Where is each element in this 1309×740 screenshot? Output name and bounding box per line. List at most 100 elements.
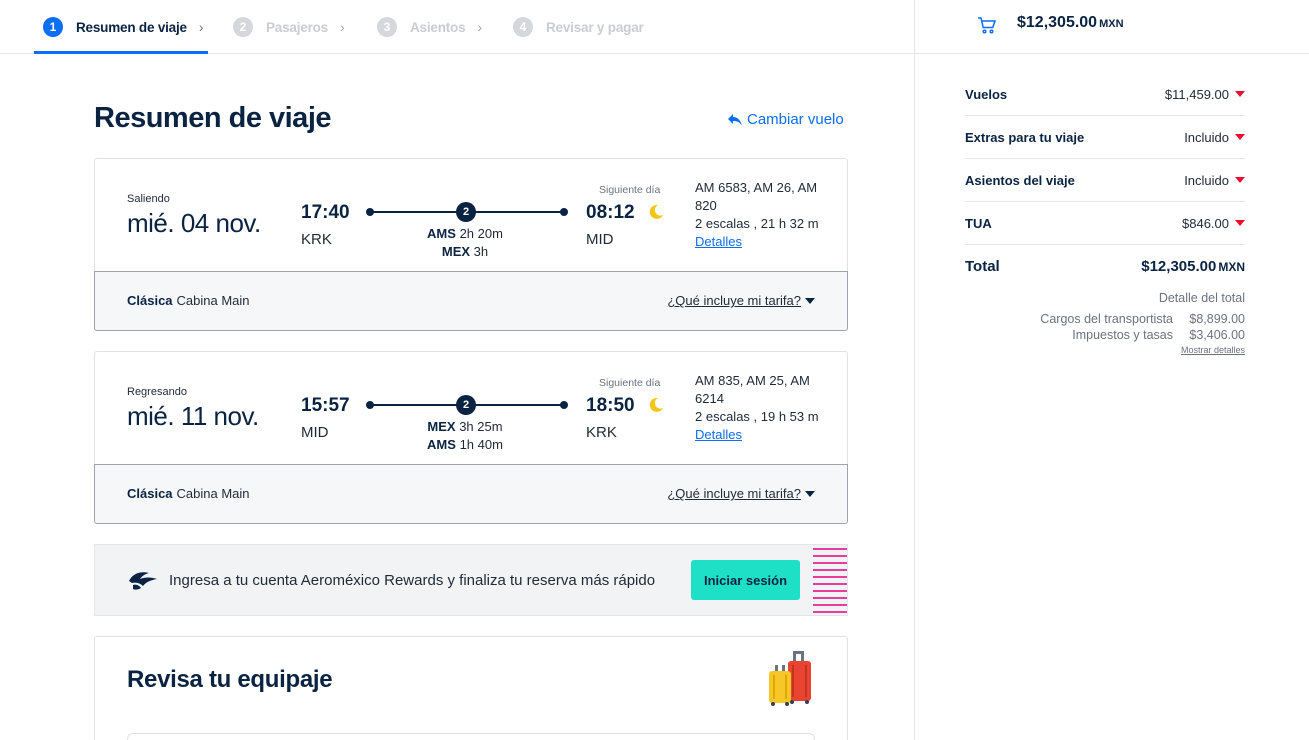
flight-summary: 2 escalas , 21 h 32 m [695,216,819,231]
layover-duration: 3h [473,244,489,259]
cart-total: $12,305.00 MXN [1017,14,1124,32]
step-label: Asientos [410,19,466,35]
caret-down-icon[interactable] [1235,134,1245,140]
flight-card-return: Regresando mié. 11 nov. 15:57 MID 2 MEX … [94,351,848,524]
cart-currency: MXN [1099,18,1124,30]
destination-dot [560,208,568,216]
cabin-name: Cabina Main [176,293,250,308]
details-link[interactable]: Detalles [695,234,742,249]
flight-date: mié. 11 nov. [127,401,259,431]
stops-badge: 2 [456,395,476,415]
total-row: Total $12,305.00 MXN [965,258,1245,275]
step-label: Revisar y pagar [546,19,644,35]
chevron-right-icon: › [477,19,483,35]
caret-down-icon[interactable] [1235,177,1245,183]
caret-down-icon[interactable] [1235,91,1245,97]
summary-label: Extras para tu viaje [965,129,1085,145]
departure-time: 15:57 [301,395,350,416]
flight-direction: Saliendo [127,193,170,205]
baggage-inner-panel [127,733,815,740]
departure-code: KRK [301,231,332,248]
active-step-underline [34,51,208,54]
cart-bar[interactable]: $12,305.00 MXN [915,0,1309,54]
layover-code: MEX [441,244,471,259]
fare-includes-toggle[interactable]: ¿Qué incluye mi tarifa? [667,486,815,501]
detail-line-impuestos: Impuestos y tasas $3,406.00 [965,328,1245,342]
chevron-right-icon: › [340,19,345,35]
layover-code: AMS [427,226,456,241]
detail-value: $3,406.00 [1189,328,1245,342]
chevron-right-icon: › [198,19,204,35]
flight-summary: 2 escalas , 19 h 53 m [695,409,819,424]
arrival-time: 18:50 [586,395,635,416]
next-day-label: Siguiente día [599,184,661,196]
summary-label: Asientos del viaje [965,172,1075,188]
flight-numbers: AM 6583, AM 26, AM 820 [695,180,818,213]
total-label: Total [965,258,1000,275]
page-title: Resumen de viaje [94,102,332,134]
summary-value: Incluido [1184,129,1229,145]
step-revisar[interactable]: 4 Revisar y pagar [513,0,644,54]
destination-dot [560,401,568,409]
summary-row-vuelos[interactable]: Vuelos $11,459.00 [965,73,1245,116]
stops-badge: 2 [456,202,476,222]
decorative-stripes [813,548,847,613]
layover-2: MEX 3h [385,244,545,259]
step-pasajeros[interactable]: 2 Pasajeros › [233,0,345,54]
login-button[interactable]: Iniciar sesión [691,560,800,600]
flight-direction: Regresando [127,386,187,398]
arrival-time: 08:12 [586,202,635,223]
caret-down-icon [805,297,815,304]
moon-icon [649,204,663,219]
summary-row-extras[interactable]: Extras para tu viaje Incluido [965,116,1245,159]
fare-class: Clásica Cabina Main [127,293,250,308]
departure-code: MID [301,424,329,441]
undo-arrow-icon [728,113,742,126]
fare-includes-label: ¿Qué incluye mi tarifa? [667,486,801,501]
next-day-label: Siguiente día [599,377,661,389]
step-number: 3 [377,17,397,37]
show-details-link[interactable]: Mostrar detalles [965,345,1245,355]
layover-code: MEX [427,419,456,434]
fare-class: Clásica Cabina Main [127,486,250,501]
luggage-icon [769,651,811,706]
layover-duration: 1h 40m [459,437,503,452]
baggage-title: Revisa tu equipaje [127,666,333,693]
layover-2: AMS 1h 40m [385,437,545,452]
summary-label: TUA [965,215,992,231]
detail-line-cargos: Cargos del transportista $8,899.00 [965,312,1245,326]
cabin-name: Cabina Main [176,486,250,501]
cart-amount: $12,305.00 [1017,14,1098,31]
fare-includes-label: ¿Qué incluye mi tarifa? [667,293,801,308]
progress-stepper: 1 Resumen de viaje › 2 Pasajeros › 3 Asi… [0,0,914,54]
flight-date: mié. 04 nov. [127,208,261,238]
step-resumen[interactable]: 1 Resumen de viaje › [43,0,204,54]
rewards-banner: Ingresa a tu cuenta Aeroméxico Rewards y… [94,544,848,616]
fare-includes-toggle[interactable]: ¿Qué incluye mi tarifa? [667,293,815,308]
details-link[interactable]: Detalles [695,427,742,442]
layover-1: AMS 2h 20m [385,226,545,241]
fare-bar: Clásica Cabina Main ¿Qué incluye mi tarif… [94,271,848,331]
step-asientos[interactable]: 3 Asientos › [377,0,482,54]
detail-title: Detalle del total [1158,291,1245,305]
layover-duration: 3h 25m [459,419,503,434]
summary-row-tua[interactable]: TUA $846.00 [965,202,1245,245]
layover-duration: 2h 20m [459,226,503,241]
step-number: 1 [43,17,63,37]
aeromexico-logo-icon [129,572,157,590]
baggage-section: Revisa tu equipaje [94,636,848,740]
fare-bar: Clásica Cabina Main ¿Qué incluye mi tarif… [94,464,848,524]
detail-label: Cargos del transportista [1040,312,1173,326]
summary-row-asientos[interactable]: Asientos del viaje Incluido [965,159,1245,202]
arrival-code: KRK [586,424,617,441]
arrival-code: MID [586,231,614,248]
change-flight-link[interactable]: Cambiar vuelo [727,111,844,128]
total-currency: MXN [1218,260,1245,274]
layover-code: AMS [427,437,456,452]
summary-value: $11,459.00 [1164,86,1229,102]
step-label: Resumen de viaje [76,19,187,35]
caret-down-icon [805,490,815,497]
rewards-text: Ingresa a tu cuenta Aeroméxico Rewards y… [169,572,656,589]
caret-down-icon[interactable] [1235,220,1245,226]
summary-value: $846.00 [1182,215,1229,231]
